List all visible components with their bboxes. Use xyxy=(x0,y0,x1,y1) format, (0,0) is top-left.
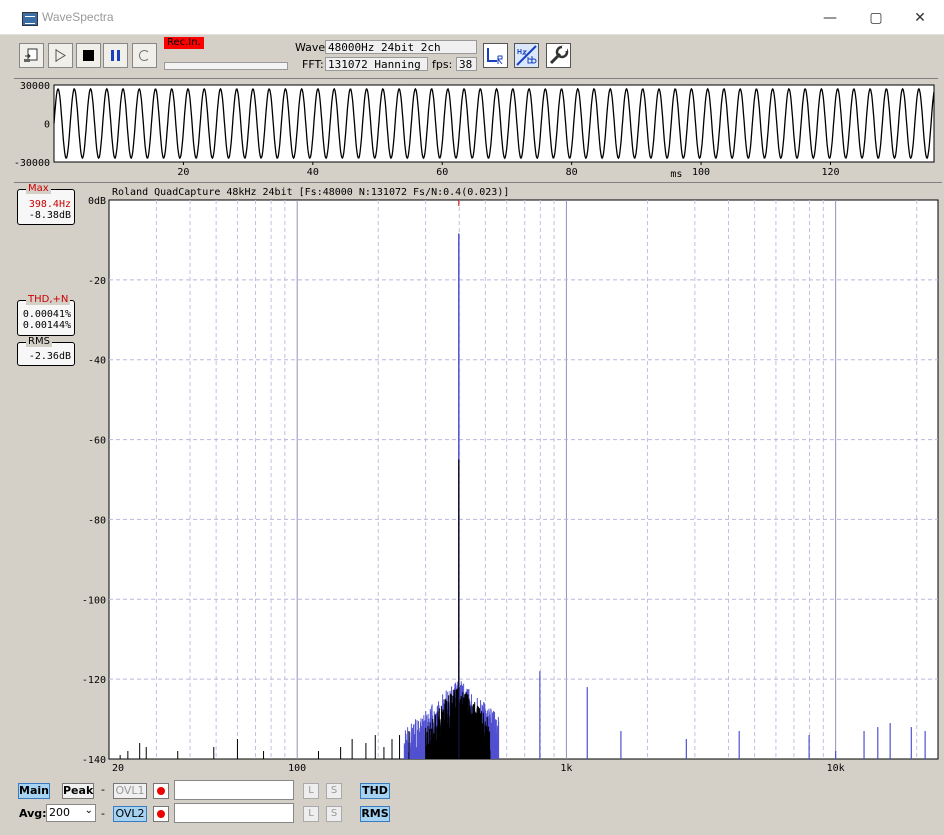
loop-button[interactable] xyxy=(132,43,157,68)
save-button-1[interactable]: S xyxy=(326,783,342,799)
fps-label: fps: xyxy=(432,58,453,71)
wave-y-tick: -30000 xyxy=(14,158,50,169)
app-icon xyxy=(22,12,38,26)
wave-format-field: 48000Hz 24bit 2ch xyxy=(325,40,477,54)
lr-channel-icon xyxy=(487,48,503,65)
ovl2-button[interactable]: OVL2 xyxy=(113,806,147,822)
waveform-panel: 30000 0 -30000 20 40 60 80 100 120 ms xyxy=(14,78,938,179)
spectrum-y-tick: -100 xyxy=(82,595,106,606)
dash-2: - xyxy=(101,807,105,820)
avg-label: Avg: xyxy=(19,807,47,820)
spectrum-y-tick: -120 xyxy=(82,675,106,686)
spectrum-panel: Max 398.4Hz -8.38dB THD,+N 0.00041% 0.00… xyxy=(14,182,942,775)
spectrum-x-tick: 10k xyxy=(827,763,845,774)
stop-button[interactable] xyxy=(76,43,101,68)
close-button[interactable]: ✕ xyxy=(900,6,940,30)
rec-in-indicator: Rec.In. xyxy=(164,37,204,49)
open-file-icon xyxy=(24,48,38,62)
wave-x-tick: 80 xyxy=(566,167,578,178)
wave-x-tick: 20 xyxy=(177,167,189,178)
dash-1: - xyxy=(101,783,105,796)
minimize-button[interactable]: — xyxy=(810,6,850,30)
maximize-button[interactable]: ▢ xyxy=(856,6,896,30)
spectrum-graph: Roland QuadCapture 48kHz 24bit [Fs:48000… xyxy=(82,187,939,774)
rms-button[interactable]: RMS xyxy=(360,806,390,822)
wave-y-tick: 30000 xyxy=(20,81,50,92)
spectrum-y-tick: -60 xyxy=(88,436,106,447)
wave-x-tick: 60 xyxy=(436,167,448,178)
spectrum-y-tick: 0dB xyxy=(88,196,106,207)
save-button-2[interactable]: S xyxy=(326,806,342,822)
thd-button[interactable]: THD xyxy=(360,783,390,799)
title-bar: WaveSpectra — ▢ ✕ xyxy=(0,0,944,35)
hz-db-button[interactable] xyxy=(514,43,539,68)
spectrum-y-tick: -80 xyxy=(88,515,106,526)
play-button[interactable] xyxy=(48,43,73,68)
fft-format-field: 131072 Hanning xyxy=(325,57,428,71)
left-button-2[interactable]: L xyxy=(303,806,319,822)
hz-db-icon xyxy=(516,45,537,66)
bottom-controls: Main Peak - OVL1 L S THD Avg: 200 ⌄ - OV… xyxy=(14,778,944,835)
ovl1-button[interactable]: OVL1 xyxy=(113,783,147,799)
wave-label: Wave: xyxy=(295,41,329,54)
spectrum-x-tick: 100 xyxy=(288,763,306,774)
settings-button[interactable] xyxy=(546,43,571,68)
left-button-1[interactable]: L xyxy=(303,783,319,799)
loop-icon xyxy=(139,50,149,61)
spectrum-x-tick: 1k xyxy=(560,763,572,774)
spectrum-y-tick: -20 xyxy=(88,276,106,287)
record-level-bar xyxy=(164,62,288,70)
window-title: WaveSpectra xyxy=(42,10,114,24)
open-file-button[interactable] xyxy=(19,43,44,68)
peak-button[interactable]: Peak xyxy=(62,783,94,799)
fps-field: 38 xyxy=(456,57,477,71)
spectrum-plot-area xyxy=(108,199,939,760)
pause-button[interactable] xyxy=(103,43,128,68)
waveform-graph: 30000 0 -30000 20 40 60 80 100 120 ms xyxy=(14,81,935,179)
wave-x-unit: ms xyxy=(670,169,682,179)
spectrum-header: Roland QuadCapture 48kHz 24bit [Fs:48000… xyxy=(112,187,509,198)
record-2-icon[interactable] xyxy=(153,806,169,822)
fft-label: FFT: xyxy=(302,58,324,71)
avg-value: 200 xyxy=(49,806,70,819)
settings-wrench-icon xyxy=(549,45,569,65)
record-1-icon[interactable] xyxy=(153,783,169,799)
avg-select[interactable]: 200 ⌄ xyxy=(46,804,96,822)
pause-icon xyxy=(111,50,120,61)
spectrum-y-tick: -40 xyxy=(88,356,106,367)
file-name-input-1[interactable] xyxy=(174,780,294,800)
file-name-input-2[interactable] xyxy=(174,803,294,823)
toolbar: Rec.In. Wave: 48000Hz 24bit 2ch FFT: 131… xyxy=(0,35,944,75)
chevron-down-icon: ⌄ xyxy=(84,805,93,816)
wave-x-tick: 40 xyxy=(307,167,319,178)
wave-y-tick: 0 xyxy=(44,120,50,131)
play-icon xyxy=(55,49,66,62)
lr-channel-button[interactable] xyxy=(483,43,508,68)
wave-x-tick: 120 xyxy=(821,167,839,178)
wave-x-tick: 100 xyxy=(692,167,710,178)
main-button[interactable]: Main xyxy=(18,783,50,799)
stop-icon xyxy=(83,50,94,61)
spectrum-y-tick: -140 xyxy=(82,755,106,766)
spectrum-x-tick: 20 xyxy=(112,763,124,774)
